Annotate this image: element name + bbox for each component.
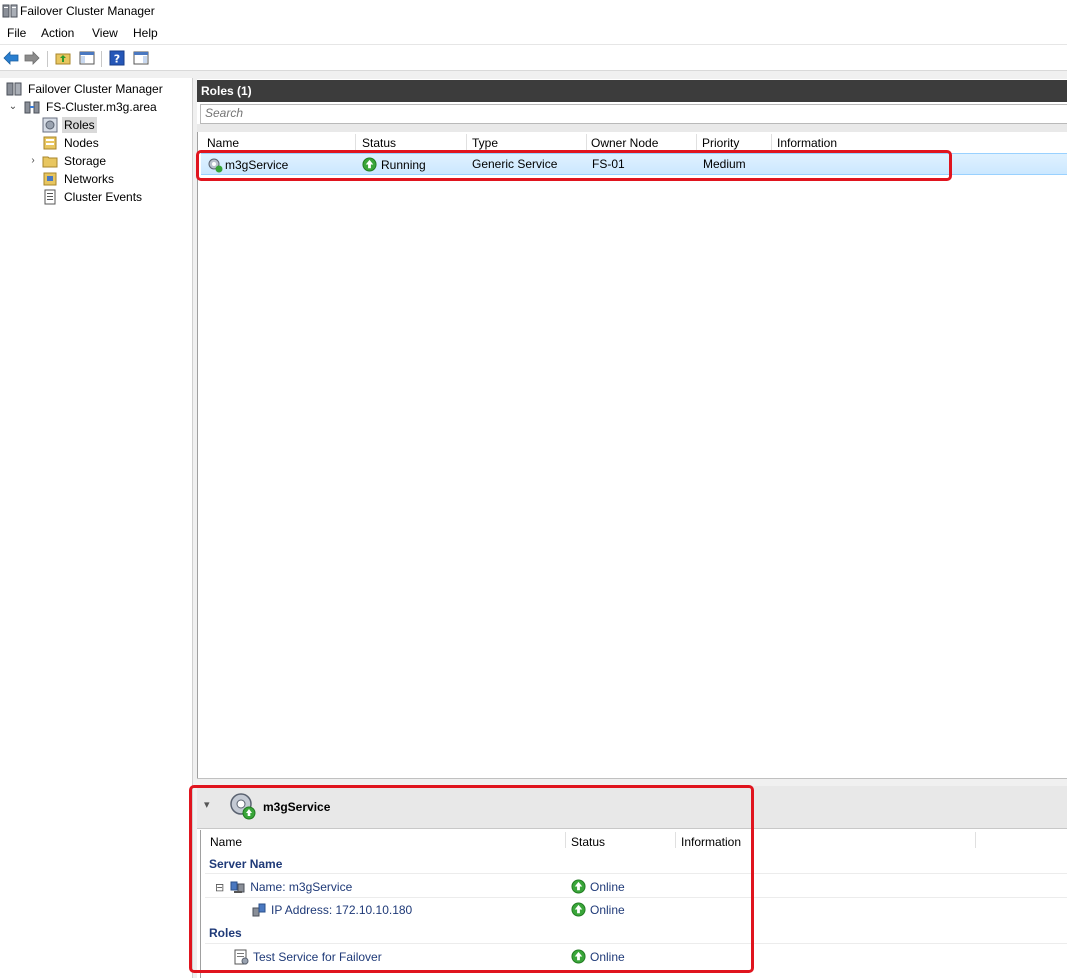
title-bar: Failover Cluster Manager — [0, 0, 1067, 22]
resource-row-server-name[interactable]: ⊟ Name: m3gService — [215, 879, 352, 895]
storage-folder-icon — [42, 156, 58, 168]
up-folder-icon[interactable] — [54, 49, 72, 67]
role-type-cell: Generic Service — [472, 157, 558, 171]
column-header-name[interactable]: Name — [207, 136, 239, 150]
resource-row-ip-address[interactable]: IP Address: 172.10.10.180 — [251, 902, 412, 918]
column-header-status[interactable]: Status — [362, 136, 396, 150]
tree-label: Failover Cluster Manager — [28, 82, 163, 96]
role-priority-cell: Medium — [703, 157, 746, 171]
menu-action[interactable]: Action — [41, 26, 74, 40]
back-arrow-icon[interactable] — [2, 49, 20, 67]
column-header-information[interactable]: Information — [777, 136, 837, 150]
action-pane-icon[interactable] — [132, 49, 150, 67]
collapse-chevron-icon[interactable]: ▾ — [204, 798, 210, 811]
toolbar: ? — [0, 44, 1067, 71]
column-header-status[interactable]: Status — [571, 835, 605, 849]
column-header-type[interactable]: Type — [472, 136, 498, 150]
tree-label: Nodes — [64, 136, 99, 150]
column-header-priority[interactable]: Priority — [702, 136, 739, 150]
menu-file[interactable]: File — [7, 26, 26, 40]
group-header-server-name: Server Name — [209, 857, 283, 871]
svg-text:?: ? — [114, 53, 120, 66]
search-input[interactable] — [201, 105, 1067, 121]
role-status-cell: Running — [362, 157, 426, 172]
navigation-tree: Failover Cluster Manager ⌄ FS-Cluster.m3… — [0, 78, 193, 978]
details-table: Name Status Information Server Name ⊟ Na… — [200, 830, 1067, 978]
status-up-icon — [362, 157, 377, 172]
gear-service-icon — [230, 793, 256, 820]
roles-panel-title: Roles (1) — [201, 84, 252, 98]
show-hide-tree-icon[interactable] — [78, 49, 96, 67]
tree-item-roles[interactable]: Roles — [42, 116, 97, 134]
chevron-down-icon[interactable]: ⌄ — [8, 102, 18, 112]
menu-view[interactable]: View — [92, 26, 118, 40]
roles-separator — [197, 124, 1067, 132]
details-header: ▾ m3gService — [197, 786, 1067, 829]
tree-item-cluster[interactable]: FS-Cluster.m3g.area — [24, 98, 159, 116]
column-header-owner-node[interactable]: Owner Node — [591, 136, 658, 150]
cluster-icon — [24, 101, 40, 114]
details-title: m3gService — [263, 800, 331, 814]
tree-item-storage[interactable]: Storage — [42, 152, 108, 170]
status-cell: Online — [571, 902, 625, 917]
tree-item-nodes[interactable]: Nodes — [42, 134, 101, 152]
events-log-icon — [44, 189, 56, 205]
resource-row-test-service[interactable]: Test Service for Failover — [233, 949, 382, 965]
roles-list: Name Status Type Owner Node Priority Inf… — [197, 132, 1067, 778]
roles-search-box[interactable] — [200, 104, 1067, 124]
status-cell: Online — [571, 879, 625, 894]
tree-item-cluster-events[interactable]: Cluster Events — [42, 188, 144, 206]
status-up-icon — [571, 879, 586, 894]
collapse-box-icon[interactable]: ⊟ — [215, 881, 224, 894]
status-up-icon — [571, 949, 586, 964]
forward-arrow-icon[interactable] — [23, 49, 41, 67]
group-header-roles: Roles — [209, 926, 242, 940]
status-up-icon — [571, 902, 586, 917]
column-header-information[interactable]: Information — [681, 835, 741, 849]
generic-service-icon — [234, 949, 249, 965]
roles-icon — [42, 117, 58, 133]
status-cell: Online — [571, 949, 625, 964]
network-name-icon — [230, 881, 245, 893]
cluster-manager-icon — [2, 4, 18, 18]
nodes-icon — [43, 136, 57, 150]
window-title: Failover Cluster Manager — [20, 4, 155, 18]
menu-bar: File Action View Help — [0, 22, 1067, 44]
chevron-right-icon[interactable]: › — [28, 156, 38, 166]
ip-address-icon — [252, 903, 266, 917]
menu-help[interactable]: Help — [133, 26, 158, 40]
tree-item-root[interactable]: Failover Cluster Manager — [6, 80, 165, 98]
tree-label: Storage — [64, 154, 107, 168]
table-row[interactable]: m3gService Running Generic Service FS-01… — [201, 153, 1067, 175]
role-name-cell: m3gService — [207, 157, 288, 173]
help-icon[interactable]: ? — [108, 49, 126, 67]
roles-panel-header: Roles (1) — [197, 80, 1067, 102]
networks-icon — [43, 172, 57, 186]
tree-label: Roles — [62, 117, 97, 133]
gear-service-icon — [208, 158, 223, 173]
tree-label: Networks — [64, 172, 115, 186]
cluster-manager-icon — [6, 82, 22, 96]
column-header-name[interactable]: Name — [210, 835, 242, 849]
tree-label: Cluster Events — [64, 190, 143, 204]
role-owner-cell: FS-01 — [592, 157, 625, 171]
tree-label: FS-Cluster.m3g.area — [46, 100, 157, 114]
tree-item-networks[interactable]: Networks — [42, 170, 116, 188]
